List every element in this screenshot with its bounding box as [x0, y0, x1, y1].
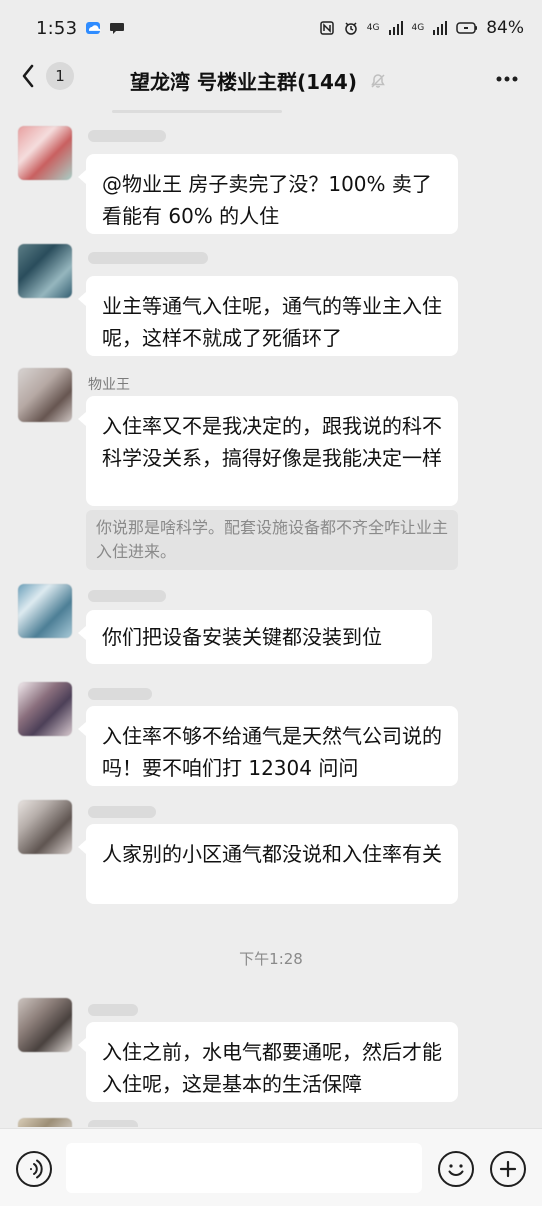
- message-bubble[interactable]: 人家别的小区通气都没说和入住率有关: [78, 824, 458, 904]
- message-bubble[interactable]: 入住之前，水电气都要通呢，然后才能入住呢，这是基本的生活保障: [78, 1022, 458, 1102]
- nickname-blur: [88, 252, 208, 264]
- more-icon[interactable]: [492, 64, 522, 94]
- alarm-icon: [345, 22, 357, 35]
- nickname-blur: [88, 1004, 138, 1016]
- back-button[interactable]: 1: [18, 62, 74, 90]
- voice-button[interactable]: [16, 1151, 52, 1187]
- status-left: 1:53: [36, 18, 125, 39]
- voice-icon: [29, 1159, 43, 1179]
- message-bubble[interactable]: 入住率又不是我决定的，跟我说的科不科学没关系，搞得好像是我能决定一样: [78, 396, 458, 506]
- avatar[interactable]: [18, 682, 72, 736]
- chat-title: 望龙湾 号楼业主群(144): [130, 70, 357, 94]
- nickname-blur: [88, 806, 156, 818]
- time-divider: 下午1:28: [239, 950, 303, 968]
- status-time: 1:53: [36, 17, 78, 39]
- battery-icon: [456, 22, 478, 34]
- back-count-badge: 1: [46, 62, 74, 90]
- quoted-message[interactable]: 你说那是啥科学。配套设施设备都不齐全咋让业主入住进来。: [86, 510, 458, 570]
- signal-icon-2: [433, 21, 448, 35]
- avatar[interactable]: [18, 998, 72, 1052]
- nickname-blur: [88, 1120, 138, 1127]
- plus-icon: [499, 1160, 517, 1178]
- status-right: 4G 4G 84%: [319, 18, 524, 38]
- avatar[interactable]: [18, 584, 72, 638]
- chevron-left-icon: [22, 64, 34, 88]
- chat-notification-icon: [110, 23, 125, 34]
- title-wrap: 望龙湾 号楼业主群(144): [130, 66, 387, 95]
- avatar[interactable]: [18, 244, 72, 298]
- message-bubble[interactable]: 入住率不够不给通气是天然气公司说的吗！要不咱们打 12304 问问: [78, 706, 458, 786]
- nickname-blur: [88, 688, 152, 700]
- signal-icon-1: [388, 21, 403, 35]
- message-bubble[interactable]: @物业王 房子卖完了没？100% 卖了看能有 60% 的人住: [78, 154, 458, 234]
- plus-button[interactable]: [490, 1151, 526, 1187]
- wechat-chat-screen: 1:53 4G 4G 84% 1 望龙湾 号楼业主群(144) @物业王 房子卖…: [0, 0, 542, 1206]
- nickname-blur: [88, 590, 166, 602]
- nickname-blur: [88, 130, 166, 142]
- avatar[interactable]: [18, 800, 72, 854]
- status-bar: 1:53 4G 4G 84%: [0, 0, 542, 56]
- message-input[interactable]: [66, 1143, 422, 1193]
- chat-header: 1 望龙湾 号楼业主群(144): [0, 56, 542, 102]
- chat-message-list[interactable]: @物业王 房子卖完了没？100% 卖了看能有 60% 的人住 业主等通气入住呢，…: [0, 102, 542, 1127]
- hidden-message-edge: [112, 110, 282, 113]
- nickname: 物业王: [88, 377, 130, 393]
- emoji-icon: [448, 1164, 464, 1177]
- emoji-button[interactable]: [438, 1151, 474, 1187]
- mute-bell-icon: [371, 73, 385, 88]
- avatar[interactable]: [18, 126, 72, 180]
- battery-text: 84%: [486, 18, 524, 38]
- avatar[interactable]: [18, 368, 72, 422]
- avatar-partial[interactable]: [18, 1118, 72, 1127]
- nfc-icon: [320, 21, 334, 35]
- input-bar: [0, 1128, 542, 1206]
- cloud-icon: [86, 22, 101, 34]
- message-bubble[interactable]: 你们把设备安装关键都没装到位: [78, 610, 432, 664]
- network-label-1: 4G: [366, 23, 380, 33]
- message-bubble[interactable]: 业主等通气入住呢，通气的等业主入住呢，这样不就成了死循环了: [78, 276, 458, 356]
- network-label-2: 4G: [411, 23, 425, 33]
